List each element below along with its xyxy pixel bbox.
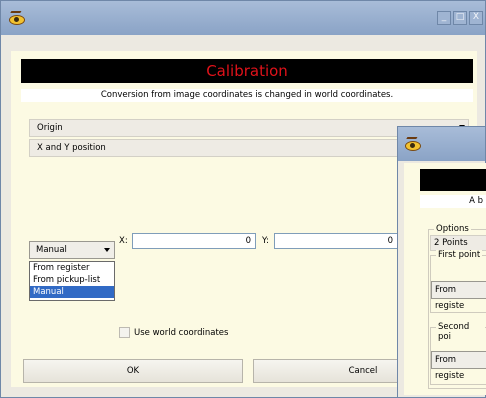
mode-select[interactable]: Manual [29,241,115,259]
second-info-text: A b [420,195,486,208]
mode-select-value: Manual [36,245,67,255]
eye-app-icon-2 [403,137,423,153]
option-from-register[interactable]: From register [30,262,114,274]
close-button[interactable]: X [469,11,483,25]
world-coordinates-checkbox[interactable] [119,327,130,338]
title-bar-2[interactable] [398,127,485,161]
x-label: X: [119,236,128,246]
y-input[interactable]: 0 [274,233,398,249]
points-select[interactable]: 2 Points [430,235,486,251]
ok-button[interactable]: OK [23,359,243,383]
title-bar[interactable]: _ □ X [1,1,485,35]
option-manual[interactable]: Manual [30,286,114,298]
second-point-label: Second poi [436,322,485,342]
x-input[interactable]: 0 [132,233,256,249]
options-label: Options [434,224,471,234]
world-coordinates-label: Use world coordinates [134,328,229,338]
maximize-button[interactable]: □ [453,11,467,25]
chevron-down-icon [104,248,110,252]
second-point-select[interactable]: From registe [431,351,486,381]
eye-app-icon [7,11,27,27]
info-text: Conversion from image coordinates is cha… [21,89,473,102]
y-label: Y: [262,236,269,246]
page-title: Calibration [21,59,473,83]
option-from-pickup-list[interactable]: From pickup-list [30,274,114,286]
mode-dropdown: From register From pickup-list Manual [29,261,115,301]
minimize-button[interactable]: _ [437,11,451,25]
first-point-label: First point [436,250,483,260]
calibration-window-2: A b Options 2 Points First point From re… [397,126,486,398]
second-banner [420,169,486,191]
first-point-select[interactable]: From registe [431,281,486,311]
